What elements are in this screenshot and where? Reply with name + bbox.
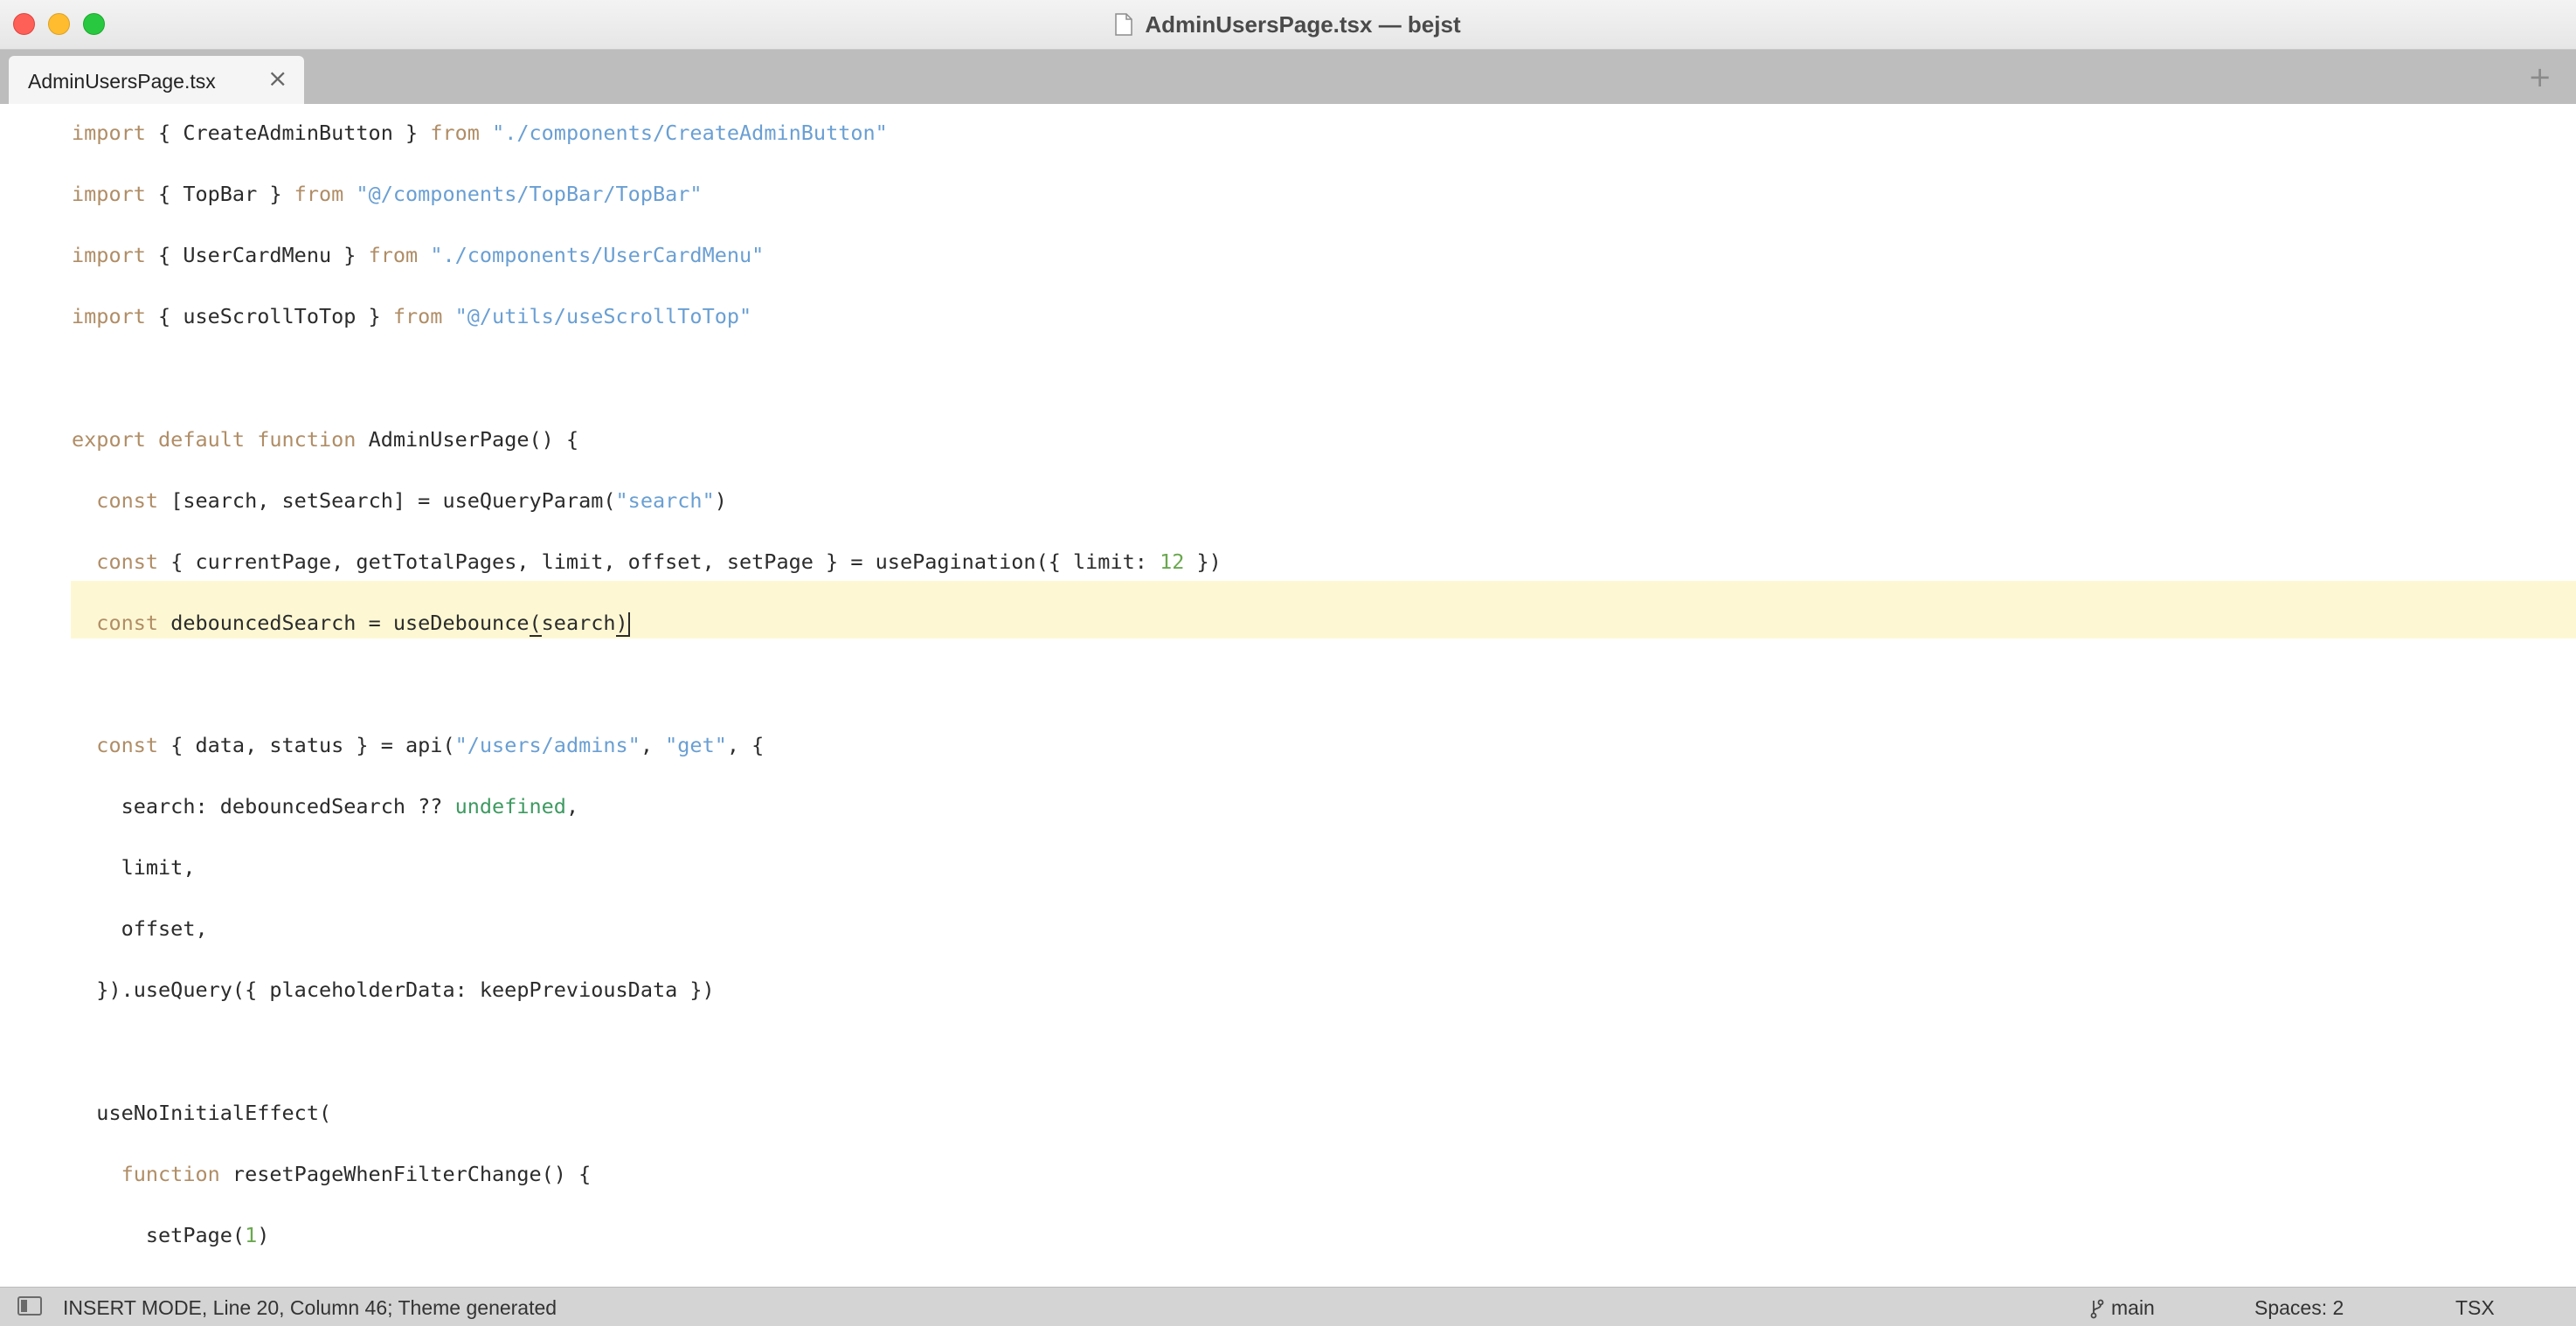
syntax-selector[interactable]: TSX [2455, 1296, 2495, 1320]
keyword-token: import [72, 243, 146, 267]
tab-label: AdminUsersPage.tsx [28, 70, 216, 93]
code-token: { CreateAdminButton } [145, 121, 431, 145]
keyword-token: from [430, 121, 480, 145]
keyword-token: const [96, 733, 159, 757]
code-line[interactable]: }).useQuery({ placeholderData: keepPrevi… [72, 961, 715, 1019]
keyword-token: const [96, 549, 159, 574]
number-token: 12 [1160, 549, 1185, 574]
code-token: offset, [72, 916, 208, 941]
keyword-token: import [72, 304, 146, 328]
close-tab-icon[interactable]: × [267, 66, 287, 91]
branch-name: main [2111, 1296, 2155, 1319]
keyword-token: from [294, 182, 344, 206]
document-icon [1115, 13, 1133, 36]
code-token: { data, status } = api( [158, 733, 455, 757]
code-token: resetPageWhenFilterChange() { [219, 1162, 592, 1186]
text-cursor [627, 611, 630, 637]
string-token: "./components/UserCardMenu" [430, 243, 765, 267]
string-token: "search" [615, 488, 715, 513]
string-token: "@/components/TopBar/TopBar" [356, 182, 703, 206]
keyword-token: from [368, 243, 419, 267]
keyword-token: import [72, 182, 146, 206]
new-tab-button[interactable]: + [2528, 60, 2552, 93]
status-bar: INSERT MODE, Line 20, Column 46; Theme g… [0, 1287, 2576, 1326]
window-title-group: AdminUsersPage.tsx — bejst [0, 0, 2576, 49]
code-line[interactable]: const [search, setSearch] = useQueryPara… [72, 472, 727, 529]
code-token: [search, setSearch] = useQueryParam( [158, 488, 616, 513]
code-token: { UserCardMenu } [145, 243, 369, 267]
code-token: debouncedSearch = useDebounce [158, 611, 530, 635]
git-branch-indicator[interactable]: main [2090, 1296, 2155, 1320]
string-token: "get" [665, 733, 727, 757]
keyword-token: function [121, 1162, 220, 1186]
code-token: { useScrollToTop } [145, 304, 393, 328]
code-line[interactable]: search: debouncedSearch ?? undefined, [72, 777, 579, 835]
keyword-token: from [392, 304, 443, 328]
code-token: AdminUserPage() { [356, 427, 579, 452]
sidebar-toggle-icon[interactable] [17, 1296, 42, 1316]
code-token: { currentPage, getTotalPages, limit, off… [158, 549, 1160, 574]
string-token: "@/utils/useScrollToTop" [454, 304, 752, 328]
code-line[interactable]: import { UserCardMenu } from "./componen… [72, 226, 764, 284]
code-line[interactable]: }, [72, 1267, 146, 1287]
code-token: , { [726, 733, 765, 757]
code-line[interactable]: setPage(1) [72, 1206, 270, 1264]
keyword-token: import [72, 121, 146, 145]
matched-bracket: ( [529, 611, 542, 637]
code-editor[interactable]: import { CreateAdminButton } from "./com… [0, 104, 2576, 1287]
code-token: }) [1184, 549, 1222, 574]
keyword-token: const [96, 488, 159, 513]
code-line[interactable]: useNoInitialEffect( [72, 1084, 331, 1142]
code-token: ) [257, 1223, 270, 1247]
constant-token: undefined [454, 794, 566, 818]
string-token: "/users/admins" [454, 733, 641, 757]
code-token: { TopBar } [145, 182, 294, 206]
code-line[interactable]: offset, [72, 900, 208, 957]
code-token: }).useQuery({ placeholderData: keepPrevi… [72, 977, 715, 1002]
code-line[interactable]: export default function AdminUserPage() … [72, 411, 578, 468]
code-token: search [541, 611, 616, 635]
code-token: useNoInitialEffect( [72, 1101, 332, 1125]
code-token: ) [714, 488, 727, 513]
window-title: AdminUsersPage.tsx — bejst [1145, 10, 1461, 38]
code-line[interactable]: limit, [72, 839, 196, 896]
code-line[interactable]: function resetPageWhenFilterChange() { [72, 1145, 592, 1203]
tab-adminuserspage[interactable]: AdminUsersPage.tsx × [9, 56, 304, 104]
number-token: 1 [245, 1223, 258, 1247]
code-line[interactable]: const debouncedSearch = useDebounce(sear… [72, 594, 630, 652]
title-bar[interactable]: AdminUsersPage.tsx — bejst [0, 0, 2576, 50]
code-token: limit, [72, 855, 196, 880]
string-token: "./components/CreateAdminButton" [492, 121, 888, 145]
code-token: , [565, 794, 579, 818]
code-line[interactable]: import { CreateAdminButton } from "./com… [72, 104, 888, 162]
keyword-token: export default function [72, 427, 357, 452]
code-line[interactable]: import { useScrollToTop } from "@/utils/… [72, 287, 751, 345]
code-token: setPage( [72, 1223, 246, 1247]
editor-window: AdminUsersPage.tsx — bejst AdminUsersPag… [0, 0, 2576, 1326]
code-line[interactable]: const { data, status } = api("/users/adm… [72, 716, 764, 774]
code-line[interactable]: const { currentPage, getTotalPages, limi… [72, 533, 1222, 590]
indentation-setting[interactable]: Spaces: 2 [2254, 1296, 2344, 1320]
status-text: INSERT MODE, Line 20, Column 46; Theme g… [63, 1296, 557, 1319]
code-token: search: debouncedSearch ?? [72, 794, 455, 818]
matched-bracket: ) [615, 611, 628, 637]
code-line[interactable]: import { TopBar } from "@/components/Top… [72, 165, 703, 223]
tab-bar: AdminUsersPage.tsx × + [0, 50, 2576, 104]
code-token: , [640, 733, 666, 757]
keyword-token: const [96, 611, 159, 635]
git-branch-icon [2090, 1299, 2104, 1318]
